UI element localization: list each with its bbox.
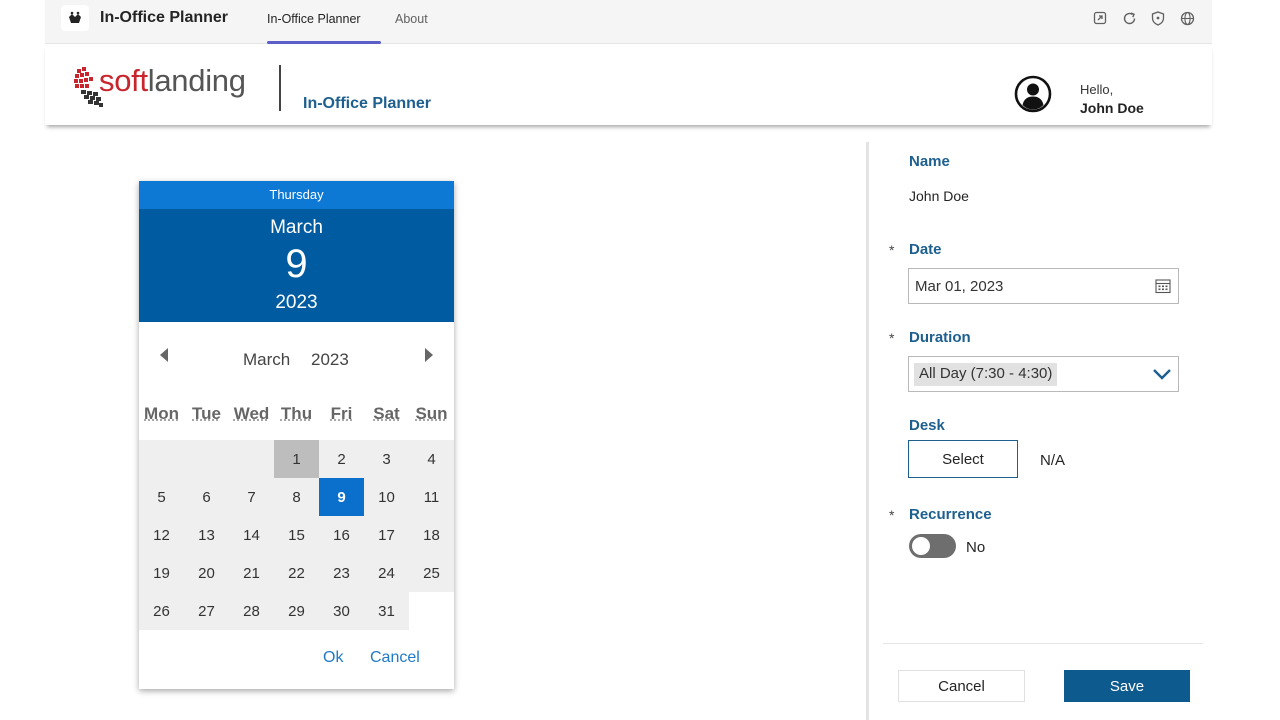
- calendar-day[interactable]: 12: [139, 516, 184, 554]
- required-marker: *: [889, 330, 895, 346]
- recurrence-value: No: [966, 539, 986, 556]
- calendar-blank-cell: [184, 440, 229, 478]
- calendar-day[interactable]: 6: [184, 478, 229, 516]
- calendar-day[interactable]: 21: [229, 554, 274, 592]
- picker-cancel-button[interactable]: Cancel: [370, 649, 420, 667]
- calendar-day[interactable]: 27: [184, 592, 229, 630]
- name-label: Name: [909, 153, 950, 170]
- calendar-day[interactable]: 22: [274, 554, 319, 592]
- calendar-day[interactable]: 1: [274, 440, 319, 478]
- picker-nav-month[interactable]: March: [243, 350, 290, 370]
- calendar-day[interactable]: 26: [139, 592, 184, 630]
- calendar-day[interactable]: 31: [364, 592, 409, 630]
- teams-top-bar: In-Office Planner In-Office Planner Abou…: [45, 0, 1212, 44]
- picker-nav-year[interactable]: 2023: [311, 350, 349, 370]
- picker-weekday: Thursday: [139, 181, 454, 209]
- cancel-button[interactable]: Cancel: [898, 670, 1025, 702]
- required-marker: *: [889, 242, 895, 258]
- calendar-day[interactable]: 19: [139, 554, 184, 592]
- panel-divider: [866, 142, 869, 720]
- calendar-day[interactable]: 4: [409, 440, 454, 478]
- desk-label: Desk: [909, 417, 945, 434]
- calendar-day[interactable]: 16: [319, 516, 364, 554]
- calendar-day[interactable]: 11: [409, 478, 454, 516]
- save-button[interactable]: Save: [1064, 670, 1190, 702]
- next-month-icon[interactable]: [423, 347, 435, 363]
- tab-in-office-planner[interactable]: In-Office Planner: [267, 12, 361, 26]
- greeting: Hello,: [1080, 82, 1114, 97]
- globe-icon[interactable]: [1179, 10, 1195, 26]
- name-value: John Doe: [909, 188, 969, 204]
- calendar-day[interactable]: 23: [319, 554, 364, 592]
- prev-month-icon[interactable]: [158, 347, 170, 363]
- desk-select-button[interactable]: Select: [908, 440, 1018, 478]
- calendar-day[interactable]: 17: [364, 516, 409, 554]
- calendar-day[interactable]: 24: [364, 554, 409, 592]
- calendar-day-selected[interactable]: 9: [319, 478, 364, 516]
- page-title: In-Office Planner: [303, 95, 432, 112]
- picker-selected-date-header: March 9 2023: [139, 209, 454, 322]
- chevron-down-icon[interactable]: [1152, 366, 1172, 382]
- calendar-day[interactable]: 13: [184, 516, 229, 554]
- weekday-header: Fri: [330, 404, 353, 423]
- calendar-day[interactable]: 8: [274, 478, 319, 516]
- calendar-day[interactable]: 7: [229, 478, 274, 516]
- duration-selected-value: All Day (7:30 - 4:30): [914, 363, 1058, 386]
- shield-icon[interactable]: [1150, 10, 1166, 26]
- picker-header-day: 9: [285, 242, 308, 286]
- calendar-day[interactable]: 14: [229, 516, 274, 554]
- app-icon: [61, 5, 89, 31]
- calendar-blank-cell: [229, 440, 274, 478]
- calendar-day[interactable]: 5: [139, 478, 184, 516]
- tab-about[interactable]: About: [395, 12, 428, 26]
- duration-dropdown[interactable]: All Day (7:30 - 4:30): [908, 356, 1179, 392]
- popout-icon[interactable]: [1092, 10, 1108, 26]
- calendar-day[interactable]: 10: [364, 478, 409, 516]
- calendar-blank-cell: [139, 440, 184, 478]
- duration-label: Duration: [909, 329, 971, 346]
- calendar-day[interactable]: 29: [274, 592, 319, 630]
- picker-header-month: March: [270, 217, 323, 238]
- softlanding-logo: softlanding: [71, 61, 261, 111]
- picker-ok-button[interactable]: Ok: [323, 649, 343, 667]
- user-avatar-icon[interactable]: [1014, 75, 1052, 113]
- weekday-header: Wed: [233, 404, 270, 423]
- calendar-day[interactable]: 15: [274, 516, 319, 554]
- calendar-day[interactable]: 25: [409, 554, 454, 592]
- user-name: John Doe: [1080, 100, 1144, 116]
- recurrence-toggle[interactable]: [909, 534, 956, 558]
- calendar-day[interactable]: 28: [229, 592, 274, 630]
- calendar-day[interactable]: 30: [319, 592, 364, 630]
- calendar-day[interactable]: 18: [409, 516, 454, 554]
- weekday-header: Mon: [144, 404, 179, 423]
- calendar-day[interactable]: 3: [364, 440, 409, 478]
- header-divider: [279, 65, 281, 111]
- calendar-icon[interactable]: [1155, 278, 1171, 294]
- calendar-day[interactable]: 20: [184, 554, 229, 592]
- date-label: Date: [909, 241, 942, 258]
- refresh-icon[interactable]: [1121, 10, 1137, 26]
- app-title: In-Office Planner: [100, 9, 229, 26]
- weekday-header: Thu: [280, 404, 313, 423]
- active-tab-indicator: [267, 41, 381, 44]
- required-marker: *: [889, 507, 895, 523]
- calendar-day[interactable]: 2: [319, 440, 364, 478]
- app-header: softlanding In-Office Planner Hello, Joh…: [45, 45, 1212, 125]
- recurrence-label: Recurrence: [909, 506, 992, 523]
- date-field-value: Mar 01, 2023: [915, 278, 1004, 295]
- date-field[interactable]: Mar 01, 2023: [908, 268, 1179, 304]
- footer-divider: [883, 643, 1203, 644]
- picker-header-year: 2023: [275, 292, 318, 313]
- logo-wordmark: softlanding: [99, 63, 246, 98]
- weekday-header: Sun: [415, 404, 448, 423]
- weekday-header: Sat: [373, 404, 400, 423]
- desk-value: N/A: [1040, 452, 1066, 469]
- date-picker-dialog: Thursday March 9 2023 March 2023 Mon Tue…: [139, 181, 454, 689]
- toggle-knob: [912, 537, 930, 555]
- weekday-header: Tue: [192, 404, 221, 423]
